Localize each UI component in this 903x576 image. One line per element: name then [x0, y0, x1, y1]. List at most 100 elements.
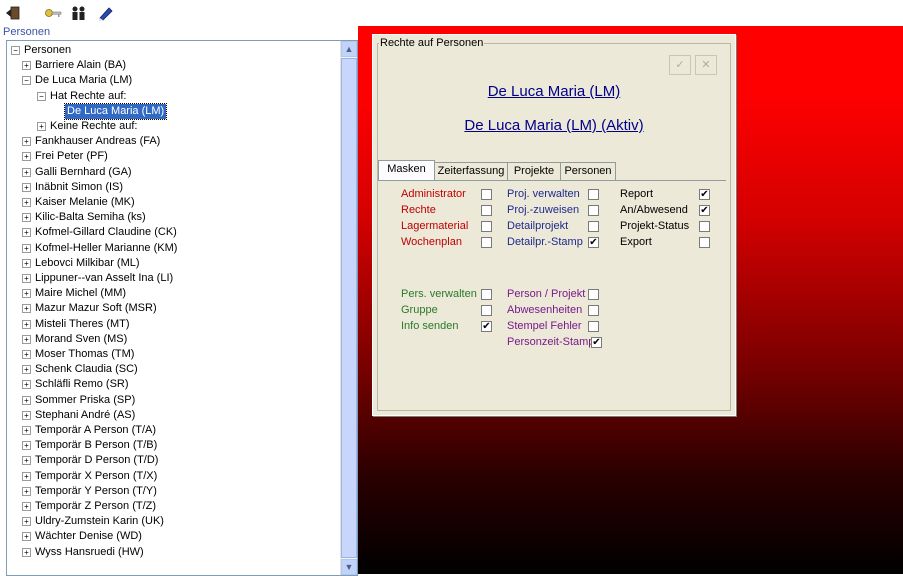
tree-item[interactable]: + Temporär Y Person (T/Y) — [7, 484, 337, 499]
scroll-up-button[interactable]: ▲ — [341, 41, 357, 57]
tree-item[interactable]: + Moser Thomas (TM) — [7, 347, 337, 362]
permission-checkbox[interactable] — [588, 205, 599, 216]
permission-checkbox[interactable] — [699, 221, 710, 232]
tree-item[interactable]: + Kaiser Melanie (MK) — [7, 195, 337, 210]
permission-checkbox[interactable] — [481, 237, 492, 248]
expand-icon[interactable]: + — [22, 410, 31, 420]
tab-masken[interactable]: Masken — [378, 160, 435, 181]
collapse-icon[interactable]: − — [37, 91, 46, 101]
tree-item[interactable]: − Personen — [7, 43, 337, 58]
expand-icon[interactable]: + — [22, 137, 31, 147]
expand-icon[interactable]: + — [22, 167, 31, 177]
tree-item[interactable]: + Lebovci Milkibar (ML) — [7, 256, 337, 271]
tree-item[interactable]: + Schläfli Remo (SR) — [7, 377, 337, 392]
permission-checkbox[interactable]: ✔ — [591, 337, 602, 348]
tree-item[interactable]: − De Luca Maria (LM) — [7, 73, 337, 88]
expand-icon[interactable]: + — [22, 334, 31, 344]
tab-projekte[interactable]: Projekte — [507, 162, 561, 180]
tree-item[interactable]: + Fankhauser Andreas (FA) — [7, 134, 337, 149]
permission-checkbox[interactable] — [588, 321, 599, 332]
expand-icon[interactable]: + — [22, 486, 31, 496]
cancel-button[interactable]: ✕ — [695, 55, 717, 75]
person-name-link[interactable]: De Luca Maria (LM) — [373, 83, 735, 100]
tree-item[interactable]: + Frei Peter (PF) — [7, 149, 337, 164]
scroll-down-button[interactable]: ▼ — [341, 559, 357, 575]
permission-checkbox[interactable] — [588, 289, 599, 300]
permission-checkbox[interactable] — [481, 205, 492, 216]
tree-item[interactable]: + Wächter Denise (WD) — [7, 529, 337, 544]
permission-checkbox[interactable]: ✔ — [699, 205, 710, 216]
permission-checkbox[interactable] — [588, 221, 599, 232]
expand-icon[interactable]: + — [22, 395, 31, 405]
expand-icon[interactable]: + — [22, 289, 31, 299]
permission-checkbox[interactable] — [588, 189, 599, 200]
expand-icon[interactable]: + — [22, 304, 31, 314]
permission-checkbox[interactable] — [699, 237, 710, 248]
door-exit-icon[interactable] — [5, 5, 23, 21]
collapse-icon[interactable]: − — [11, 46, 20, 55]
users-icon[interactable] — [70, 5, 88, 21]
ok-button[interactable]: ✓ — [669, 55, 691, 75]
tree-item[interactable]: + Temporär B Person (T/B) — [7, 438, 337, 453]
tree-item[interactable]: + Schenk Claudia (SC) — [7, 362, 337, 377]
scroll-thumb[interactable] — [341, 58, 357, 558]
tree-item[interactable]: + Sommer Priska (SP) — [7, 393, 337, 408]
collapse-icon[interactable]: − — [22, 76, 31, 86]
expand-icon[interactable]: + — [22, 258, 31, 268]
tree-item[interactable]: + Morand Sven (MS) — [7, 332, 337, 347]
tree-item[interactable]: + Keine Rechte auf: — [7, 119, 337, 134]
tree-item[interactable]: + Inäbnit Simon (IS) — [7, 180, 337, 195]
tab-personen[interactable]: Personen — [560, 162, 616, 180]
expand-icon[interactable]: + — [22, 365, 31, 375]
tree-item[interactable]: + Temporär Z Person (T/Z) — [7, 499, 337, 514]
tree-item[interactable]: + Kofmel-Heller Marianne (KM) — [7, 241, 337, 256]
tree-item[interactable]: + Barriere Alain (BA) — [7, 58, 337, 73]
expand-icon[interactable]: + — [22, 182, 31, 192]
tree-item[interactable]: + Wyss Hansruedi (HW) — [7, 545, 337, 560]
expand-icon[interactable]: + — [22, 547, 31, 557]
permission-checkbox[interactable] — [588, 305, 599, 316]
expand-icon[interactable]: + — [22, 152, 31, 162]
expand-icon[interactable]: + — [22, 380, 31, 390]
expand-icon[interactable]: + — [22, 517, 31, 527]
expand-icon[interactable]: + — [22, 243, 31, 253]
permission-checkbox[interactable] — [481, 221, 492, 232]
tree-item[interactable]: + Kilic-Balta Semiha (ks) — [7, 210, 337, 225]
expand-icon[interactable]: + — [22, 471, 31, 481]
tab-zeiterfassung[interactable]: Zeiterfassung — [434, 162, 508, 180]
key-icon[interactable] — [44, 5, 62, 21]
expand-icon[interactable]: + — [22, 61, 31, 71]
expand-icon[interactable]: + — [22, 198, 31, 207]
tree-item[interactable]: − Hat Rechte auf: — [7, 89, 337, 104]
expand-icon[interactable]: + — [22, 532, 31, 542]
tree-item[interactable]: + Temporär A Person (T/A) — [7, 423, 337, 438]
permission-checkbox[interactable] — [481, 189, 492, 200]
expand-icon[interactable]: + — [22, 426, 31, 435]
tree-item[interactable]: De Luca Maria (LM) — [7, 102, 337, 120]
permission-checkbox[interactable] — [481, 289, 492, 300]
expand-icon[interactable]: + — [22, 228, 31, 238]
permission-checkbox[interactable]: ✔ — [481, 321, 492, 332]
expand-icon[interactable]: + — [22, 441, 31, 451]
tree-item[interactable]: + Lippuner--van Asselt Ina (LI) — [7, 271, 337, 286]
expand-icon[interactable]: + — [22, 213, 31, 223]
tree-item[interactable]: + Maire Michel (MM) — [7, 286, 337, 301]
expand-icon[interactable]: + — [22, 350, 31, 359]
person-active-link[interactable]: De Luca Maria (LM) (Aktiv) — [373, 117, 735, 134]
tree-scrollbar[interactable]: ▲ ▼ — [340, 41, 357, 575]
expand-icon[interactable]: + — [22, 456, 31, 466]
pen-icon[interactable] — [97, 5, 115, 21]
permission-checkbox[interactable] — [481, 305, 492, 316]
tree-item[interactable]: + Mazur Mazur Soft (MSR) — [7, 301, 337, 316]
expand-icon[interactable]: + — [37, 122, 46, 131]
tree-item[interactable]: + Temporär D Person (T/D) — [7, 453, 337, 468]
permission-checkbox[interactable]: ✔ — [699, 189, 710, 200]
tree-item[interactable]: + Temporär X Person (T/X) — [7, 469, 337, 484]
expand-icon[interactable]: + — [22, 502, 31, 511]
expand-icon[interactable]: + — [22, 319, 31, 329]
permission-checkbox[interactable]: ✔ — [588, 237, 599, 248]
persons-tree[interactable]: − Personen + Barriere Alain (BA) − De Luca Ma… — [6, 40, 358, 576]
tree-item[interactable]: + Stephani André (AS) — [7, 408, 337, 423]
tree-item[interactable]: + Kofmel-Gillard Claudine (CK) — [7, 225, 337, 240]
tree-item[interactable]: + Misteli Theres (MT) — [7, 317, 337, 332]
